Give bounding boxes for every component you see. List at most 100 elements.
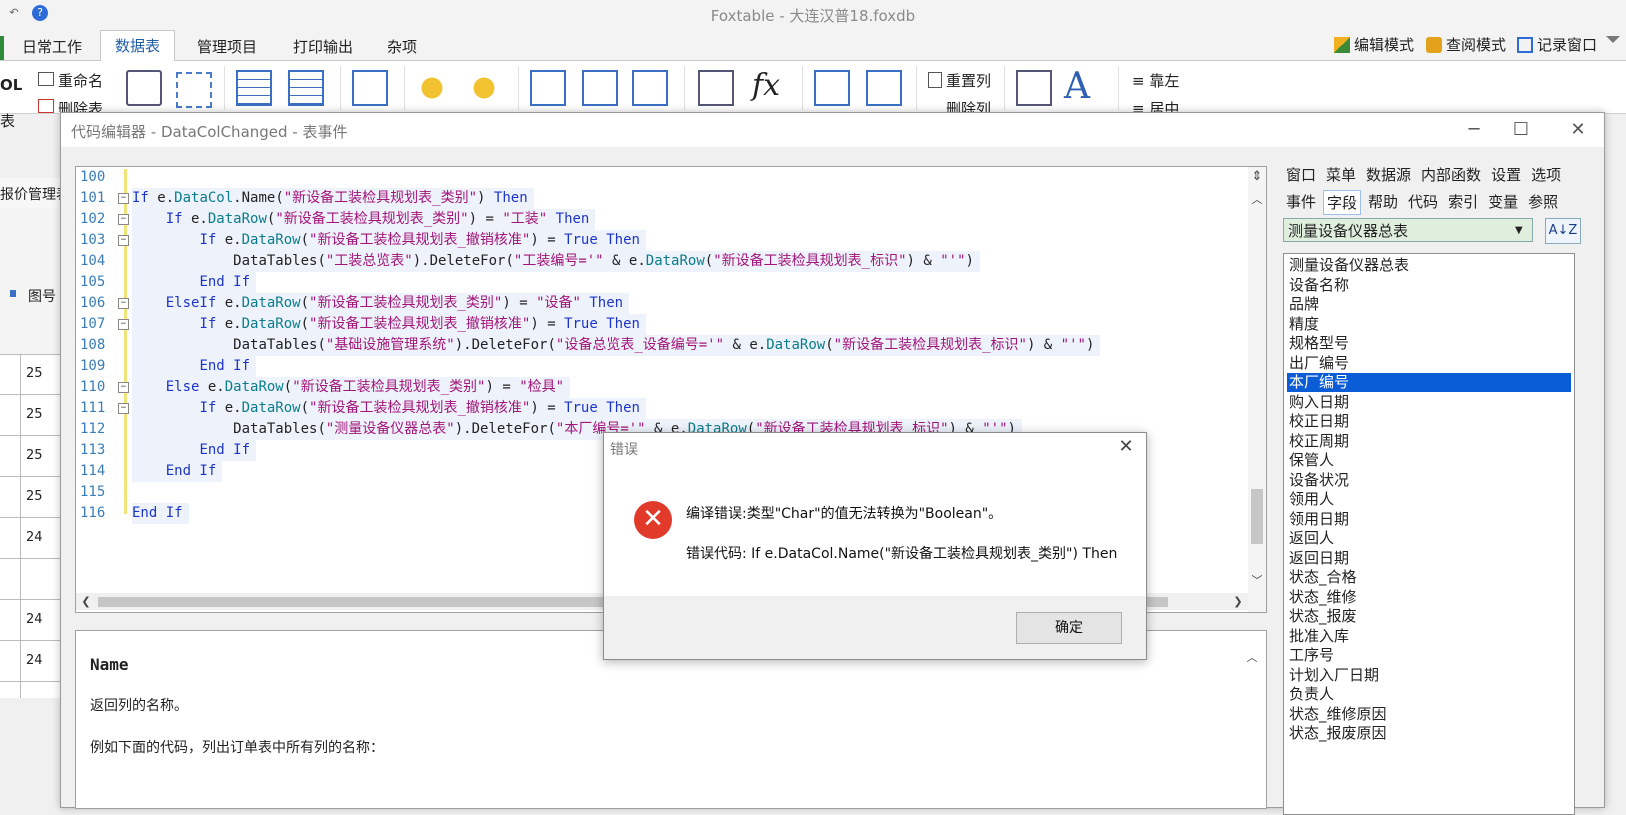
vertical-scroll-thumb[interactable]: [1251, 489, 1263, 544]
code-line[interactable]: 103 − If e.DataRow("新设备工装检具规划表_撤销核准") = T…: [76, 230, 1248, 251]
field-list-item[interactable]: 负责人: [1287, 685, 1571, 704]
grid-cell[interactable]: 24: [26, 530, 43, 545]
read-mode-button[interactable]: 查阅模式: [1426, 34, 1506, 55]
field-list-item[interactable]: 返回人: [1287, 529, 1571, 548]
move-column-left-icon[interactable]: [814, 70, 850, 106]
new-expression-column-icon[interactable]: [582, 70, 618, 106]
table-hand-icon[interactable]: [126, 70, 162, 106]
code-line[interactable]: 104 DataTables("工装总览表").DeleteFor("工装编号=…: [76, 251, 1248, 272]
code-line[interactable]: 106 − ElseIf e.DataRow("新设备工装检具规划表_类别") =…: [76, 293, 1248, 314]
fold-toggle-icon[interactable]: −: [118, 235, 129, 246]
table-select[interactable]: 测量设备仪器总表: [1283, 218, 1533, 242]
side-menu-item-active[interactable]: 字段: [1323, 190, 1362, 215]
maximize-icon[interactable]: ☐: [1501, 117, 1541, 143]
scroll-left-icon[interactable]: ❮: [78, 595, 94, 608]
code-line[interactable]: 109 End If: [76, 356, 1248, 377]
field-list-item[interactable]: 出厂编号: [1287, 354, 1571, 373]
rename-button[interactable]: 重命名: [58, 70, 103, 91]
field-list-item[interactable]: 测量设备仪器总表: [1287, 256, 1571, 275]
side-menu-item[interactable]: 代码: [1405, 190, 1441, 215]
chevron-down-icon[interactable]: ▼: [1515, 225, 1523, 236]
field-list-item[interactable]: 批准入库: [1287, 627, 1571, 646]
code-line[interactable]: 110 − Else e.DataRow("新设备工装检具规划表_类别") = "…: [76, 377, 1248, 398]
grid-cell[interactable]: 25: [26, 448, 43, 463]
relation-icon[interactable]: [176, 72, 212, 108]
side-menu-item[interactable]: 帮助: [1365, 190, 1401, 215]
field-list-item[interactable]: 本厂编号: [1287, 373, 1571, 392]
field-list-item[interactable]: 领用日期: [1287, 510, 1571, 529]
field-list-item[interactable]: 品牌: [1287, 295, 1571, 314]
side-menu-item[interactable]: 菜单: [1323, 163, 1359, 186]
sort-button[interactable]: A↓Z: [1545, 218, 1581, 244]
align-center-button[interactable]: ≡ 居中: [1132, 98, 1179, 112]
code-line[interactable]: 101 − If e.DataCol.Name("新设备工装检具规划表_类别") T…: [76, 188, 1248, 209]
database-icon[interactable]: [414, 70, 450, 106]
field-list-item[interactable]: 状态_维修原因: [1287, 705, 1571, 724]
record-window-button[interactable]: 记录窗口: [1517, 34, 1597, 55]
side-menu-item[interactable]: 窗口: [1283, 163, 1319, 186]
ok-button[interactable]: 确定: [1016, 612, 1122, 644]
help-scroll-up-icon[interactable]: ︿: [1244, 649, 1260, 665]
close-icon[interactable]: ✕: [1558, 117, 1598, 143]
grid-cell[interactable]: 24: [26, 653, 43, 668]
field-list-item[interactable]: 规格型号: [1287, 334, 1571, 353]
split-handle-icon[interactable]: ⇕: [1249, 169, 1265, 184]
grid-cell[interactable]: 24: [26, 612, 43, 627]
align-left-button[interactable]: ≡ 靠左: [1132, 70, 1179, 91]
fold-toggle-icon[interactable]: −: [118, 214, 129, 225]
field-list-item[interactable]: 返回日期: [1287, 549, 1571, 568]
field-list-item[interactable]: 设备状况: [1287, 471, 1571, 490]
field-list-item[interactable]: 工序号: [1287, 646, 1571, 665]
code-line[interactable]: 107 − If e.DataRow("新设备工装检具规划表_撤销核准") = T…: [76, 314, 1248, 335]
field-list-item[interactable]: 校正日期: [1287, 412, 1571, 431]
grid-cell[interactable]: 25: [26, 366, 43, 381]
minimize-icon[interactable]: ─: [1454, 117, 1494, 143]
scroll-up-icon[interactable]: ︿: [1249, 191, 1265, 207]
tab-daily-work[interactable]: 日常工作: [22, 36, 82, 57]
fold-toggle-icon[interactable]: −: [118, 403, 129, 414]
new-column-icon[interactable]: [530, 70, 566, 106]
tab-manage-project[interactable]: 管理项目: [197, 36, 257, 57]
vertical-scrollbar[interactable]: ⇕ ︿ ﹀: [1248, 167, 1266, 612]
side-menu-item[interactable]: 变量: [1485, 190, 1521, 215]
column-hand-icon[interactable]: [698, 70, 734, 106]
format-hand-icon[interactable]: [1016, 70, 1052, 106]
code-line[interactable]: 108 DataTables("基础设施管理系统").DeleteFor("设备…: [76, 335, 1248, 356]
tab-misc[interactable]: 杂项: [387, 36, 417, 57]
fx-icon[interactable]: fx: [752, 68, 780, 103]
field-list-item[interactable]: 保管人: [1287, 451, 1571, 470]
field-list-item[interactable]: 状态_报废原因: [1287, 724, 1571, 743]
scroll-down-icon[interactable]: ﹀: [1249, 572, 1265, 588]
fold-toggle-icon[interactable]: −: [118, 298, 129, 309]
filter-icon[interactable]: [1606, 36, 1620, 50]
font-icon[interactable]: A: [1064, 66, 1090, 107]
code-line[interactable]: 105 End If: [76, 272, 1248, 293]
side-menu-item[interactable]: 选项: [1528, 163, 1564, 186]
tab-print-output[interactable]: 打印输出: [293, 36, 353, 57]
delete-table-button[interactable]: 删除表: [58, 98, 103, 112]
move-column-right-icon[interactable]: [866, 70, 902, 106]
field-list-item[interactable]: 领用人: [1287, 490, 1571, 509]
field-list-item[interactable]: 状态_维修: [1287, 588, 1571, 607]
side-menu-item[interactable]: 索引: [1445, 190, 1481, 215]
database-sync-icon[interactable]: [466, 70, 502, 106]
fold-toggle-icon[interactable]: −: [118, 382, 129, 393]
delete-column-button[interactable]: 删除列: [946, 98, 991, 112]
code-line[interactable]: 100: [76, 167, 1248, 188]
field-list-item[interactable]: 状态_报废: [1287, 607, 1571, 626]
side-menu-item[interactable]: 设置: [1488, 163, 1524, 186]
side-menu-item[interactable]: 数据源: [1363, 163, 1414, 186]
side-menu-item[interactable]: 内部函数: [1418, 163, 1484, 186]
fold-toggle-icon[interactable]: −: [118, 319, 129, 330]
field-list-item[interactable]: 精度: [1287, 315, 1571, 334]
table-select-icon[interactable]: [352, 70, 388, 106]
field-list-item[interactable]: 设备名称: [1287, 276, 1571, 295]
close-icon[interactable]: ✕: [1112, 435, 1140, 459]
scroll-right-icon[interactable]: ❯: [1230, 595, 1246, 608]
field-list-item[interactable]: 购入日期: [1287, 393, 1571, 412]
report-manage-tab[interactable]: 报价管理表: [0, 184, 60, 204]
field-list-item[interactable]: 状态_合格: [1287, 568, 1571, 587]
code-line[interactable]: 111 − If e.DataRow("新设备工装检具规划表_撤销核准") = T…: [76, 398, 1248, 419]
fold-toggle-icon[interactable]: −: [118, 193, 129, 204]
side-menu-item[interactable]: 参照: [1525, 190, 1561, 215]
